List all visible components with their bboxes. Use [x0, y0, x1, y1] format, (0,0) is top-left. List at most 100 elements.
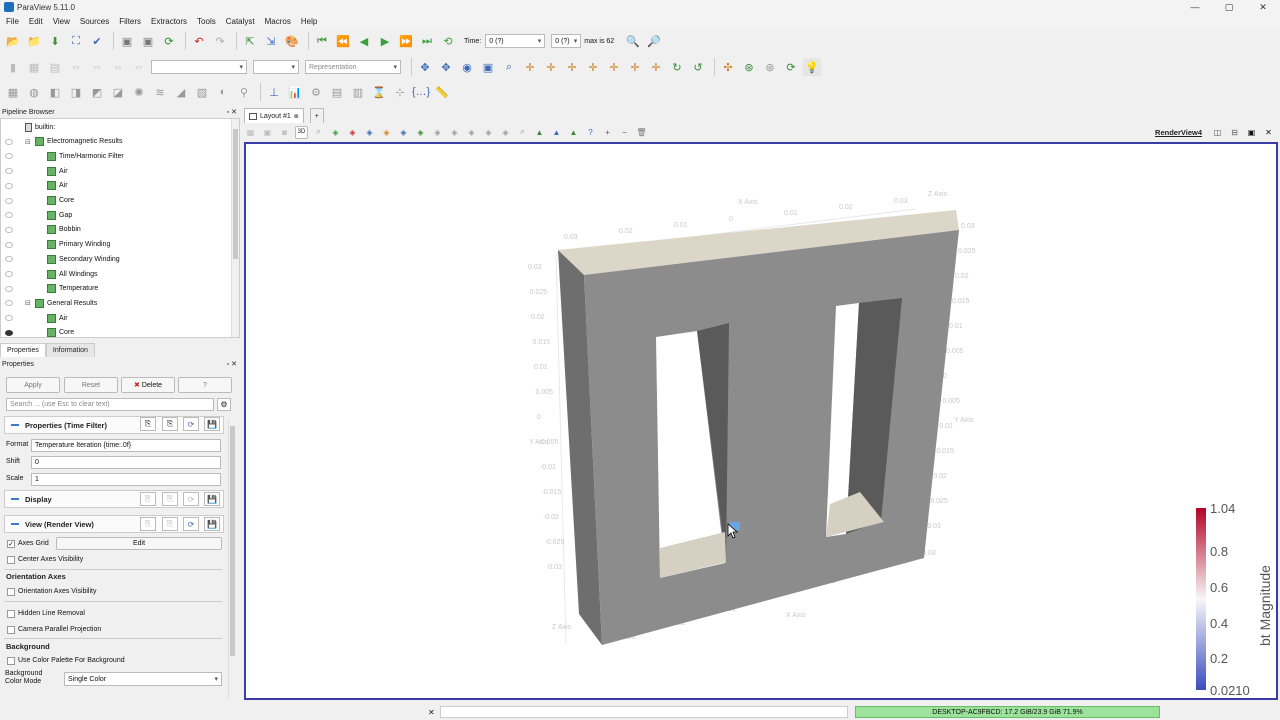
- rescale-temporal-icon[interactable]: ⇔: [88, 58, 106, 76]
- menu-macros[interactable]: Macros: [265, 17, 291, 26]
- visibility-eye-icon[interactable]: [5, 153, 13, 160]
- rotate-minus-90-icon[interactable]: ↺: [689, 58, 707, 76]
- panel-close-icon[interactable]: ▫ ✕: [227, 108, 237, 116]
- visibility-eye-icon[interactable]: [5, 138, 13, 145]
- previous-frame-icon[interactable]: ⏪: [334, 32, 352, 50]
- clip-icon[interactable]: ◧: [46, 83, 64, 101]
- visibility-eye-icon[interactable]: [5, 300, 13, 307]
- pipeline-item[interactable]: builtin:: [1, 120, 229, 134]
- reset-camera-closest-icon[interactable]: ✥: [437, 58, 455, 76]
- properties-search-input[interactable]: Search ... (use Esc to clear text): [6, 398, 214, 411]
- zoom-to-data-icon[interactable]: ◉: [458, 58, 476, 76]
- color-component-select[interactable]: [253, 60, 299, 74]
- visibility-eye-icon[interactable]: [5, 256, 13, 263]
- camera-icon[interactable]: ◙: [278, 126, 291, 139]
- toggle-colorbar-icon[interactable]: ⇔: [130, 58, 148, 76]
- disconnect-icon[interactable]: ▣: [139, 32, 157, 50]
- display-save-icon[interactable]: 💾: [204, 492, 220, 506]
- close-view-icon[interactable]: ✕: [1262, 126, 1275, 139]
- use-palette-checkbox[interactable]: [7, 657, 15, 665]
- properties-close-icon[interactable]: ▫ ✕: [227, 360, 237, 368]
- isometric-view-icon[interactable]: ✛: [647, 58, 665, 76]
- axes-grid-checkbox[interactable]: ✓: [7, 540, 15, 548]
- variable-toolbar-icon[interactable]: ▮: [4, 58, 22, 76]
- next-frame-icon[interactable]: ⏩: [397, 32, 415, 50]
- view-minus-z-icon[interactable]: ✛: [626, 58, 644, 76]
- threshold-icon[interactable]: ◩: [88, 83, 106, 101]
- visibility-eye-icon[interactable]: [5, 212, 13, 219]
- hover-points-icon[interactable]: ◈: [414, 126, 427, 139]
- menu-tools[interactable]: Tools: [197, 17, 216, 26]
- view-minus-y-icon[interactable]: ✛: [584, 58, 602, 76]
- histogram-icon[interactable]: 📊: [286, 83, 304, 101]
- color-variable-select[interactable]: [151, 60, 247, 74]
- auto-apply-icon[interactable]: ⟳: [160, 32, 178, 50]
- plot-over-line-icon[interactable]: ⊥: [265, 83, 283, 101]
- view-name-label[interactable]: RenderView4: [1155, 128, 1202, 137]
- visibility-eye-icon[interactable]: [5, 168, 13, 175]
- pipeline-item[interactable]: Air: [1, 164, 229, 178]
- menu-edit[interactable]: Edit: [29, 17, 43, 26]
- menu-sources[interactable]: Sources: [80, 17, 109, 26]
- properties-scrollbar[interactable]: [228, 420, 236, 698]
- delete-button[interactable]: ✖ Delete: [121, 377, 175, 393]
- view-plus-y-icon[interactable]: ✛: [563, 58, 581, 76]
- toggle-3d-button[interactable]: 3D: [295, 125, 308, 139]
- format-field[interactable]: Temperature Iteration {time:.0f}: [31, 439, 221, 452]
- subtract-selection-icon[interactable]: −: [618, 126, 631, 139]
- render-view[interactable]: 0.03 0.02 0.01 0 0.01 0.02 0.03 0.03 0.025 0.02 0.…: [244, 142, 1278, 700]
- memory-indicator[interactable]: DESKTOP-AC9FBCD: 17.2 GiB/23.9 GiB 71.9%: [855, 706, 1160, 718]
- representation-select[interactable]: Representation: [305, 60, 401, 74]
- slice-icon[interactable]: ◨: [67, 83, 85, 101]
- play-icon[interactable]: ▶: [376, 32, 394, 50]
- pipeline-item[interactable]: Time/Harmonic Filter: [1, 149, 229, 163]
- reset-button[interactable]: Reset: [64, 377, 118, 393]
- select-frustum-icon[interactable]: ◈: [363, 126, 376, 139]
- save-data-icon[interactable]: ⬇: [46, 32, 64, 50]
- server-icon[interactable]: ▣: [118, 32, 136, 50]
- tab-layout-1[interactable]: Layout #1 ⊗: [244, 108, 304, 123]
- visibility-eye-icon[interactable]: [5, 197, 13, 204]
- close-tab-icon[interactable]: ⊗: [294, 113, 299, 120]
- pipeline-item[interactable]: All Windings: [1, 267, 229, 281]
- pipeline-item[interactable]: ⊟ Electromagnetic Results: [1, 135, 229, 149]
- menu-extractors[interactable]: Extractors: [151, 17, 187, 26]
- visibility-eye-icon[interactable]: [5, 271, 13, 277]
- save-state-icon[interactable]: ⛶: [67, 32, 85, 50]
- render-canvas[interactable]: 0.03 0.02 0.01 0 0.01 0.02 0.03 0.03 0.025 0.02 0.…: [246, 144, 1276, 698]
- loop-icon[interactable]: ⟲: [439, 32, 457, 50]
- visibility-eye-icon[interactable]: [5, 329, 13, 336]
- shrink-selection-icon[interactable]: ◈: [482, 126, 495, 139]
- first-frame-icon[interactable]: ⏮: [313, 32, 331, 50]
- shift-field[interactable]: 0: [31, 456, 221, 469]
- status-close-icon[interactable]: ✕: [428, 708, 435, 717]
- pick-center-icon[interactable]: ⊛: [740, 58, 758, 76]
- tab-information[interactable]: Information: [45, 343, 95, 357]
- probe-icon[interactable]: ⚙: [307, 83, 325, 101]
- visibility-eye-icon[interactable]: [5, 182, 13, 189]
- apply-button[interactable]: Apply: [6, 377, 60, 393]
- display-restore-icon[interactable]: ⟳: [183, 492, 199, 506]
- glyph-icon[interactable]: ✺: [130, 83, 148, 101]
- view-restore-icon[interactable]: ⟳: [183, 517, 199, 531]
- time-value-select[interactable]: 0 (?): [485, 34, 546, 48]
- help-button[interactable]: ?: [178, 377, 232, 393]
- view-save-icon[interactable]: 💾: [204, 517, 220, 531]
- query-icon[interactable]: ?: [584, 126, 597, 139]
- pipeline-item[interactable]: ⊟ General Results: [1, 296, 229, 310]
- redo-icon[interactable]: ↷: [211, 32, 229, 50]
- bg-mode-select[interactable]: Single Color: [64, 672, 222, 686]
- trash-icon[interactable]: 🗑: [635, 126, 648, 139]
- center-axes-icon[interactable]: ✣: [719, 58, 737, 76]
- tab-properties[interactable]: Properties: [0, 343, 46, 357]
- ruler-icon[interactable]: 📏: [433, 83, 451, 101]
- stream-tracer-icon[interactable]: ≋: [151, 83, 169, 101]
- extract-selection-icon[interactable]: ⌕: [516, 126, 529, 139]
- clear-selection-icon[interactable]: ◈: [499, 126, 512, 139]
- paste-icon[interactable]: ⎘: [162, 417, 178, 431]
- save-defaults-icon[interactable]: 💾: [204, 417, 220, 431]
- zoom-to-selection-icon[interactable]: ⌕: [500, 58, 518, 76]
- scale-field[interactable]: 1: [31, 473, 221, 486]
- light-kit-icon[interactable]: 💡: [803, 58, 821, 76]
- screenshot-icon[interactable]: ▣: [261, 126, 274, 139]
